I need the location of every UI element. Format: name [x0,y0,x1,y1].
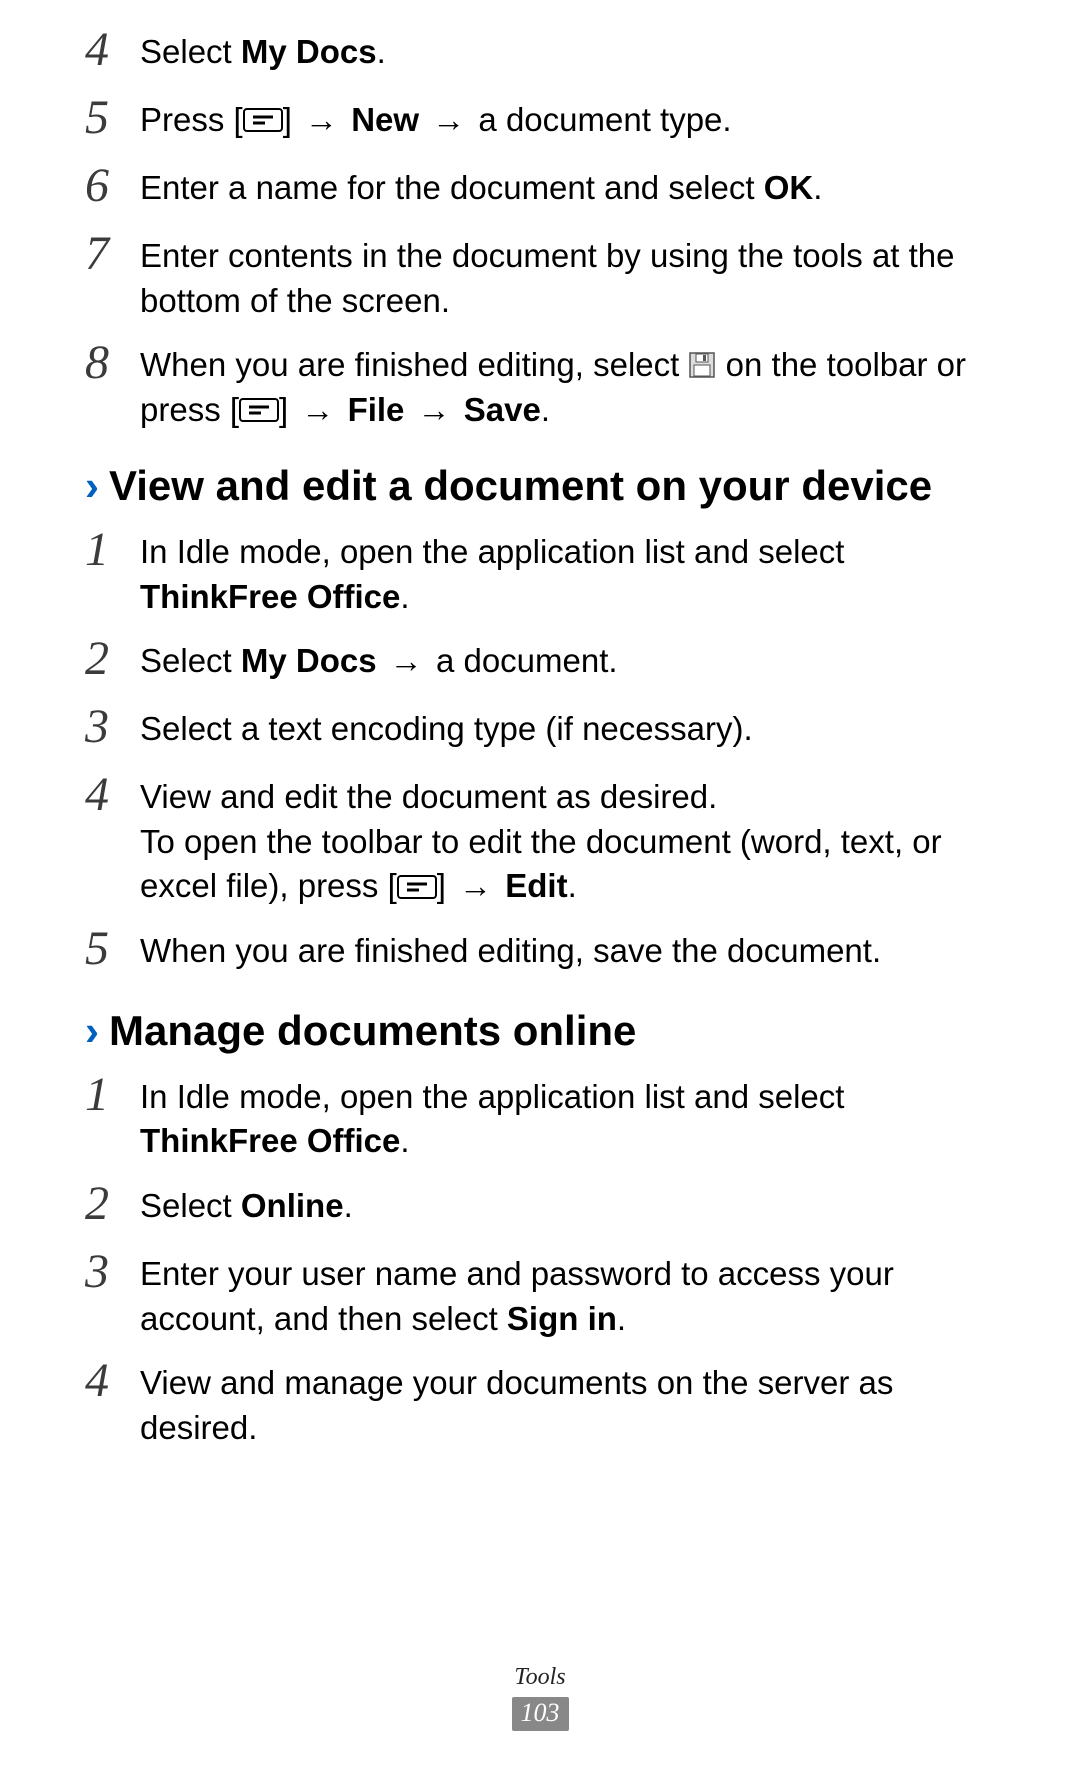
step-item: 3Select a text encoding type (if necessa… [85,707,995,755]
step-text: Enter your user name and password to acc… [140,1252,995,1341]
step-text: Select My Docs → a document. [140,639,995,684]
step-item: 5When you are finished editing, save the… [85,929,995,977]
step-text: When you are finished editing, save the … [140,929,995,974]
step-text: Enter a name for the document and select… [140,166,995,211]
page-number: 103 [512,1697,569,1731]
step-item: 1In Idle mode, open the application list… [85,1075,995,1164]
step-item: 5Press [] → New → a document type. [85,98,995,146]
section2-steps-list: 1In Idle mode, open the application list… [85,1075,995,1450]
step-item: 1In Idle mode, open the application list… [85,530,995,619]
step-text: View and edit the document as desired.To… [140,775,995,909]
save-disk-icon [688,351,716,379]
step-text: Press [] → New → a document type. [140,98,995,143]
step-number: 3 [85,703,140,751]
step-text: Enter contents in the document by using … [140,234,995,323]
section-heading-view-edit: › View and edit a document on your devic… [85,462,995,510]
step-item: 2Select My Docs → a document. [85,639,995,687]
step-item: 8When you are finished editing, select o… [85,343,995,432]
step-item: 2Select Online. [85,1184,995,1232]
top-steps-list: 4Select My Docs. 5Press [] → New → a docu… [85,30,995,432]
section-title: Manage documents online [109,1007,636,1055]
step-number: 8 [85,339,140,387]
step-number: 4 [85,1357,140,1405]
section-heading-manage-online: › Manage documents online [85,1007,995,1055]
step-number: 4 [85,771,140,819]
step-number: 4 [85,26,140,74]
step-item: 4Select My Docs. [85,30,995,78]
menu-key-icon [243,108,283,132]
menu-key-icon [397,875,437,899]
step-number: 2 [85,1180,140,1228]
page-number-container: 103 [0,1697,1080,1731]
step-item: 4View and manage your documents on the s… [85,1361,995,1450]
step-number: 1 [85,1071,140,1119]
step-text: Select Online. [140,1184,995,1229]
step-number: 5 [85,94,140,142]
chevron-icon: › [85,462,99,510]
footer-category: Tools [0,1664,1080,1691]
step-number: 3 [85,1248,140,1296]
step-number: 1 [85,526,140,574]
step-number: 7 [85,230,140,278]
step-text: When you are finished editing, select on… [140,343,995,432]
step-text: In Idle mode, open the application list … [140,1075,995,1164]
step-item: 6Enter a name for the document and selec… [85,166,995,214]
step-number: 2 [85,635,140,683]
step-text: Select My Docs. [140,30,995,75]
menu-key-icon [239,398,279,422]
section1-steps-list: 1In Idle mode, open the application list… [85,530,995,977]
step-number: 6 [85,162,140,210]
step-number: 5 [85,925,140,973]
chevron-icon: › [85,1007,99,1055]
step-text: In Idle mode, open the application list … [140,530,995,619]
step-text: Select a text encoding type (if necessar… [140,707,995,752]
step-item: 7Enter contents in the document by using… [85,234,995,323]
manual-page: 4Select My Docs.5Press [] → New → a docu… [0,0,1080,1771]
section-title: View and edit a document on your device [109,462,932,510]
step-item: 3Enter your user name and password to ac… [85,1252,995,1341]
step-text: View and manage your documents on the se… [140,1361,995,1450]
step-item: 4View and edit the document as desired.T… [85,775,995,909]
